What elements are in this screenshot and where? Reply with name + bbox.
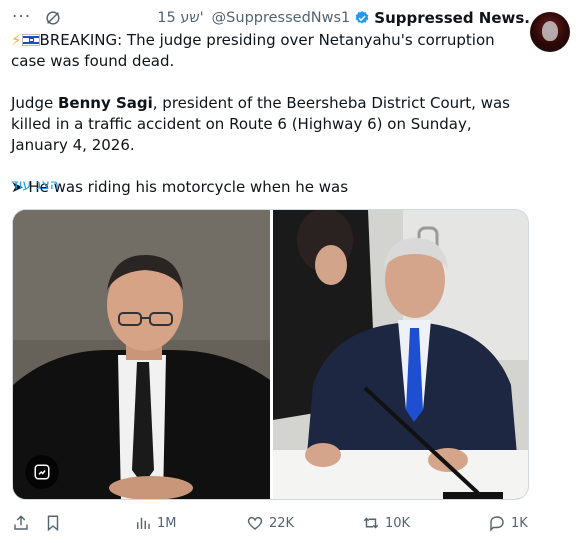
more-options-icon[interactable]: ··· xyxy=(12,6,31,28)
heart-icon xyxy=(247,516,263,530)
verified-badge-icon xyxy=(355,11,369,24)
repost-icon xyxy=(363,517,379,529)
paragraph-3: ➤ He was riding his motorcycle when he w… xyxy=(11,177,531,198)
bookmark-button[interactable] xyxy=(44,510,62,536)
likes-count: 22K xyxy=(269,515,295,531)
headline: ⚡ BREAKING: The judge presiding over Neta… xyxy=(11,30,531,72)
share-button[interactable] xyxy=(12,510,30,536)
paragraph-2: Judge Benny Sagi, president of the Beers… xyxy=(11,93,531,156)
tweet-text: ⚡ BREAKING: The judge presiding over Neta… xyxy=(11,30,531,198)
tweet[interactable]: ··· 15 שע' @SuppressedNws1 Suppressed Ne… xyxy=(0,0,588,543)
action-bar: 1M 22K 10K 1K xyxy=(0,510,588,536)
display-name[interactable]: Suppressed News. xyxy=(374,9,530,27)
tweet-meta: 15 שע' @SuppressedNws1 Suppressed News. xyxy=(157,8,530,28)
share-icon xyxy=(14,515,28,530)
like-button[interactable]: 22K xyxy=(246,510,294,536)
views-count: 1M xyxy=(157,515,177,531)
reply-button[interactable]: 1K xyxy=(488,510,528,536)
reposts-count: 10K xyxy=(385,515,411,531)
user-handle[interactable]: @SuppressedNws1 xyxy=(212,10,351,26)
judge-name: Benny Sagi xyxy=(57,94,153,112)
replies-count: 1K xyxy=(511,515,528,531)
views-button[interactable]: 1M xyxy=(134,510,177,536)
p3-text: He was riding his motorcycle when he was xyxy=(23,178,349,196)
lightning-icon: ⚡ xyxy=(11,31,22,49)
repost-button[interactable]: 10K xyxy=(362,510,410,536)
avatar[interactable] xyxy=(530,12,570,52)
israel-flag-icon xyxy=(21,34,40,46)
bookmark-icon xyxy=(47,515,59,532)
alt-text-icon[interactable] xyxy=(25,455,59,489)
grok-icon[interactable] xyxy=(44,9,62,27)
photo-judge[interactable] xyxy=(13,210,270,499)
show-more-link[interactable]: הצג עוד xyxy=(11,177,59,193)
media-grid xyxy=(12,209,529,500)
p2-before: Judge xyxy=(11,94,58,112)
views-icon xyxy=(137,517,150,529)
avatar-face xyxy=(542,21,558,41)
reply-icon xyxy=(490,516,504,532)
headline-text: BREAKING: The judge presiding over Netan… xyxy=(11,31,495,70)
photo-netanyahu[interactable] xyxy=(273,210,528,499)
timestamp[interactable]: 15 שע' xyxy=(157,10,203,26)
